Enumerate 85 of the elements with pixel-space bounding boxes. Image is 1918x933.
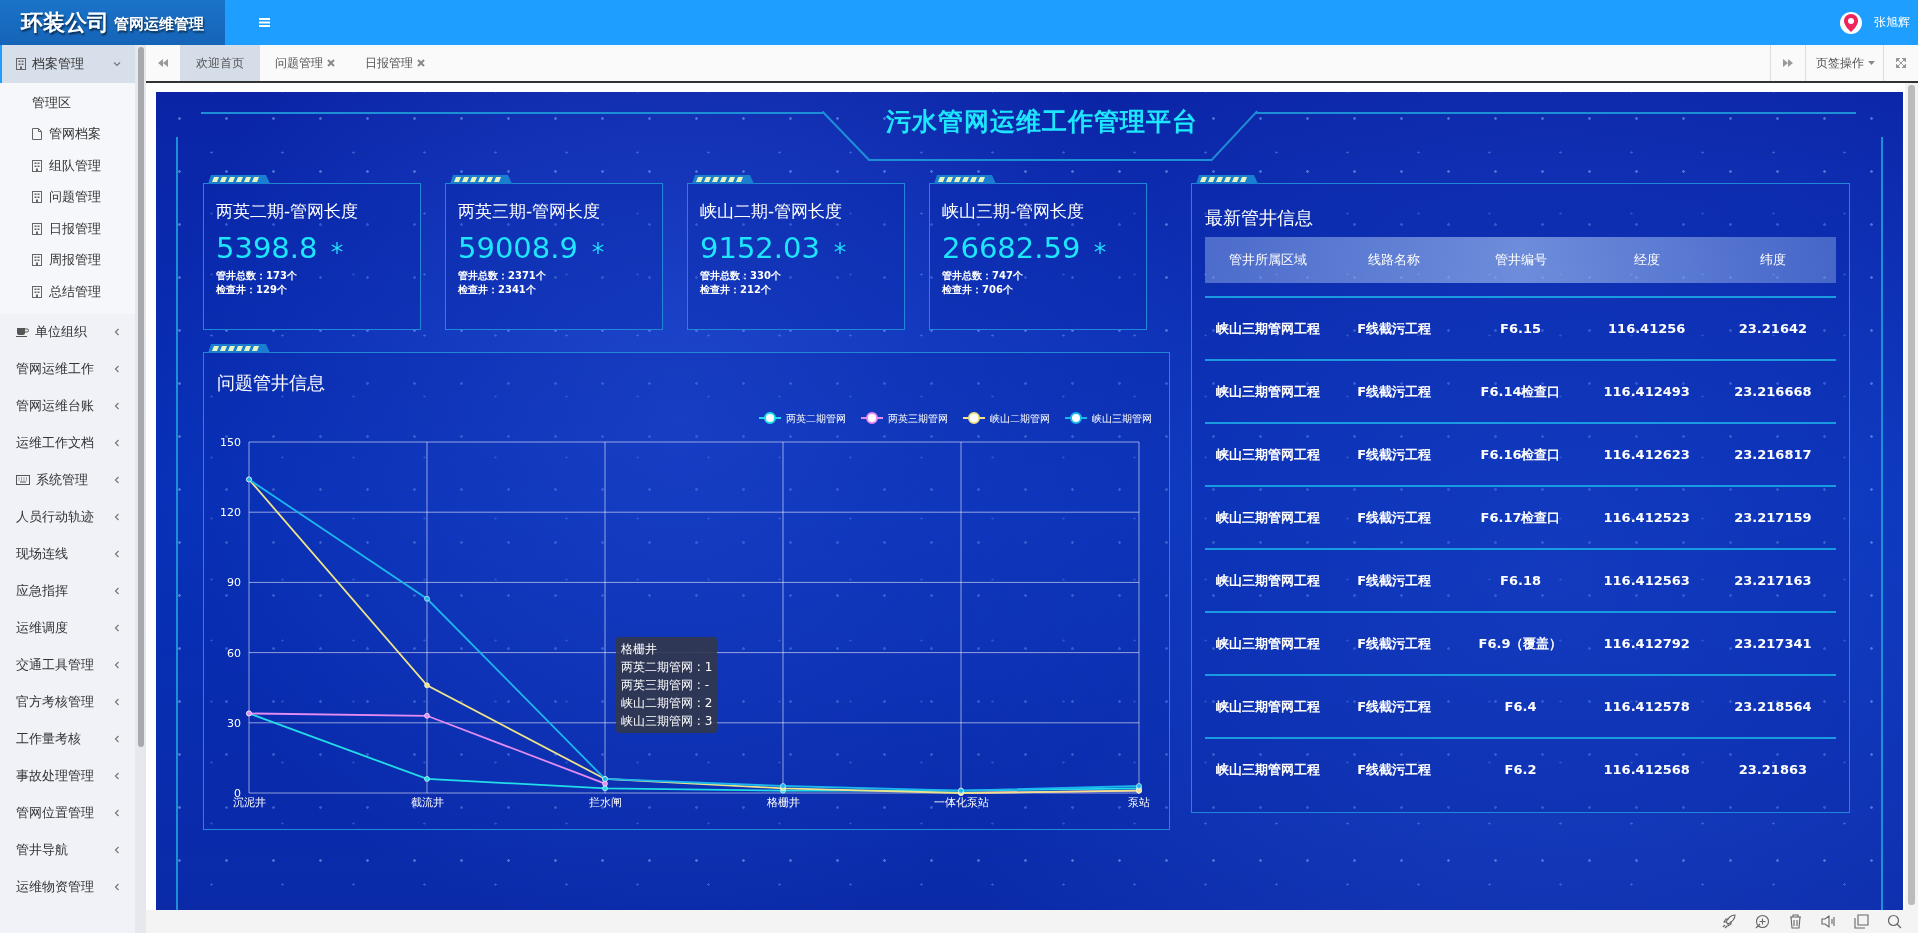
panel-title: 最新管井信息 [1205,206,1314,230]
card-title: 峡山二期-管网长度 [700,200,844,223]
legend-label: 峡山二期管网 [990,413,1050,424]
table-cell-text: 23.217341 [1733,636,1813,651]
tooltip-line: 两英二期管网 : 1 [621,659,713,676]
stat-detail: 管井总数：2371个 [458,269,547,283]
table-cell-text: F线截污工程 [1356,382,1433,401]
card-title: 两英二期-管网长度 [216,200,360,223]
column-header: 线路名称 [1367,251,1422,269]
table-cell-text: 峡山三期管网工程 [1215,319,1322,338]
table-cell-text: 116.412563 [1602,573,1691,588]
stat-detail: 管井总数：173个 [216,269,298,283]
tooltip-line: 两英三期管网 : - [621,677,710,694]
table-cell-text: F6.2 [1503,762,1538,777]
table-cell-text: F6.15 [1499,321,1542,336]
table-cell-text: F6.9（覆盖） [1477,634,1564,653]
axis-label: 截流井 [410,796,444,809]
legend-label: 峡山三期管网 [1092,413,1152,424]
table-cell-text: 峡山三期管网工程 [1215,508,1322,527]
table-cell-text: F6.17检查口 [1479,508,1562,527]
table-cell-text: 116.412523 [1602,510,1691,525]
stat-value: 9152.03 [700,231,820,265]
table-cell-text: 峡山三期管网工程 [1215,634,1322,653]
axis-label: 30 [227,716,241,730]
stat-detail: 检查井：212个 [700,283,772,297]
table-cell-text: 116.412493 [1602,384,1691,399]
table-cell-text: F6.14检查口 [1479,382,1562,401]
table-cell-text: 峡山三期管网工程 [1215,760,1322,779]
stat-detail: 检查井：129个 [216,283,288,297]
table-cell-text: F线截污工程 [1356,445,1433,464]
stat-detail: 检查井：2341个 [458,283,537,297]
column-header: 管井编号 [1493,251,1548,269]
column-header: 经度 [1632,251,1661,269]
axis-label: 格栅井 [766,796,800,809]
table-cell-text: F6.16检查口 [1479,445,1562,464]
table-cell-text: 峡山三期管网工程 [1215,571,1322,590]
table-cell-text: 23.217159 [1733,510,1813,525]
axis-label: 150 [220,436,241,449]
table-cell-text: 116.412792 [1602,636,1691,651]
stat-value: 59008.9 [458,231,578,265]
table-cell-text: F线截污工程 [1356,760,1433,779]
table-cell-text: 峡山三期管网工程 [1215,382,1322,401]
column-header: 管井所属区域 [1228,251,1309,269]
table-cell-text: 23.21642 [1737,321,1809,336]
axis-label: 60 [227,646,241,660]
panel-title: 问题管井信息 [216,371,326,395]
system-name: 管网运维管理 [114,15,204,34]
axis-label: 一体化泵站 [933,796,989,809]
table-cell-text: 116.412568 [1602,762,1691,777]
axis-label: 90 [227,576,241,590]
table-cell-text: 116.412578 [1602,699,1691,714]
table-cell-text: F线截污工程 [1356,697,1433,716]
stat-value: 5398.8 [216,231,318,265]
table-cell-text: F线截污工程 [1356,319,1433,338]
table-cell-text: F6.4 [1503,699,1538,714]
table-cell-text: 23.217163 [1733,573,1813,588]
tooltip-line: 峡山二期管网 : 2 [621,695,713,712]
column-header: 纬度 [1758,251,1787,269]
stat-value: 26682.59 [942,231,1081,265]
card-title: 峡山三期-管网长度 [942,200,1086,223]
axis-label: 泵站 [1128,796,1150,809]
stat-detail: 检查井：706个 [942,283,1014,297]
table-cell-text: 23.21863 [1737,762,1809,777]
table-cell-text: 23.216668 [1733,384,1813,399]
table-cell-text: 116.412623 [1602,447,1691,462]
table-cell-text: 峡山三期管网工程 [1215,697,1322,716]
table-cell-text: F6.18 [1499,573,1542,588]
legend-label: 两英三期管网 [888,413,948,424]
stat-detail: 管井总数：330个 [700,269,782,283]
axis-label: 拦水闸 [588,796,622,809]
table-cell-text: 23.218564 [1733,699,1813,714]
table-cell-text: 23.216817 [1733,447,1813,462]
card-title: 两英三期-管网长度 [458,200,602,223]
company-name: 环装公司 [21,8,109,37]
table-cell-text: 116.41256 [1607,321,1687,336]
axis-label: 120 [220,506,241,520]
stat-detail: 管井总数：747个 [942,269,1024,283]
table-cell-text: F线截污工程 [1356,634,1433,653]
dashboard-title: 污水管网运维工作管理平台 [885,106,1198,138]
table-cell-text: 峡山三期管网工程 [1215,445,1322,464]
table-cell-text: F线截污工程 [1356,508,1433,527]
table-cell-text: F线截污工程 [1356,571,1433,590]
tooltip-title: 格栅井 [621,641,658,658]
legend-label: 两英二期管网 [786,413,846,424]
tooltip-line: 峡山三期管网 : 3 [621,713,713,730]
